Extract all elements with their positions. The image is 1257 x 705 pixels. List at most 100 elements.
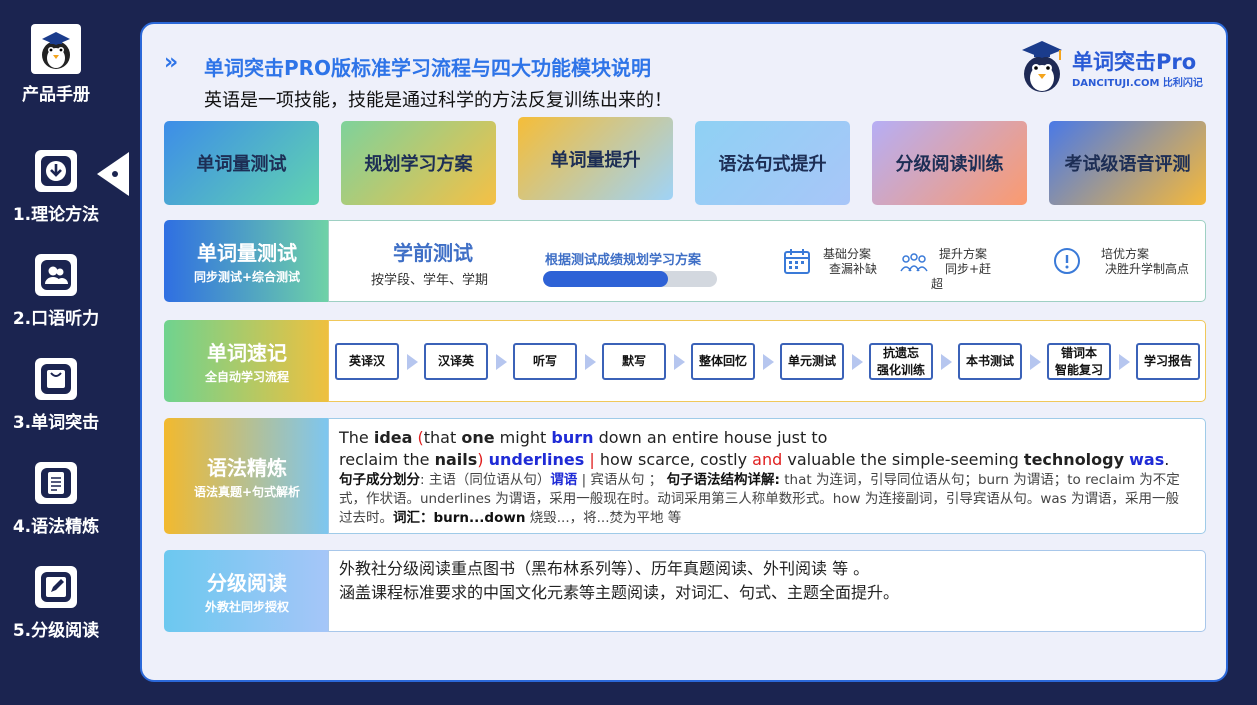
step-label: 英译汉 xyxy=(348,354,385,368)
card-label: 分级阅读训练 xyxy=(895,154,1004,175)
sentence-word: burn xyxy=(551,428,594,447)
feature-line: 基础分案 xyxy=(823,247,872,261)
sentence-word: and xyxy=(752,450,783,469)
sidebar-item-label: 4.语法精炼 xyxy=(12,517,100,537)
pretest-title: 学前测试 xyxy=(393,241,473,265)
sentence-text: reclaim the xyxy=(339,450,435,469)
step-label: 强化训练 xyxy=(876,362,925,377)
alert-icon xyxy=(1054,248,1080,274)
card-grammar[interactable]: 语法句式提升 xyxy=(695,121,850,205)
step-label: 整体回忆 xyxy=(698,354,747,368)
card-label: 考试级语音评测 xyxy=(1064,154,1191,175)
row-header: 单词量测试 同步测试+综合测试 xyxy=(164,220,330,302)
pretest-subtitle: 按学段、学年、学期 xyxy=(371,273,489,288)
sentence-word: technology xyxy=(1023,450,1125,469)
row-content: 外教社分级阅读重点图书（黑布林系列等）、历年真题阅读、外刊阅读 等 。 涵盖课程… xyxy=(328,550,1206,632)
row-title: 语法精炼 xyxy=(207,456,287,480)
sentence-text: might xyxy=(494,428,552,447)
sidebar-item-label: 1.理论方法 xyxy=(12,205,100,225)
row-vocab-memo: 单词速记 全自动学习流程 英译汉 汉译英 听写 默写 整体回忆 单元测试 抗遗忘… xyxy=(164,320,1206,402)
arrow-right-icon xyxy=(407,354,418,370)
row-subtitle: 外教社同步授权 xyxy=(204,600,289,614)
grammar-analysis: 句子成分划分: 主语（同位语从句）谓语 | 宾语从句 ； 句子语法结构详解: t… xyxy=(339,471,1191,528)
brand-sub: DANCITUJI.COM 比利闪记 xyxy=(1072,78,1203,89)
arrow-right-icon xyxy=(496,354,507,370)
step-label: 学习报告 xyxy=(1143,354,1192,368)
feature-line: 同步+赶 xyxy=(945,262,992,276)
sidebar-item-theory[interactable]: 1.理论方法 xyxy=(0,150,112,225)
penguin-mascot-icon xyxy=(1022,41,1062,92)
card-speech-eval[interactable]: 考试级语音评测 xyxy=(1049,121,1206,205)
row-subtitle: 同步测试+综合测试 xyxy=(193,270,301,284)
feature-line: 超 xyxy=(931,277,944,291)
edit-icon xyxy=(35,566,77,608)
feature-basic: 基础分案 查漏补缺 xyxy=(784,247,877,277)
step-label: 听写 xyxy=(532,354,557,368)
reading-line: 涵盖课程标准要求的中国文化元素等主题阅读，对词汇、句式、主题全面提升。 xyxy=(339,583,900,602)
sentence-text: . xyxy=(1164,450,1170,469)
step-unit-test[interactable]: 单元测试 xyxy=(780,343,844,380)
sidebar-item-label: 2.口语听力 xyxy=(12,309,100,329)
main-panel: » 单词突击PRO版标准学习流程与四大功能模块说明 英语是一项技能，技能是通过科… xyxy=(140,22,1228,682)
step-label: 本书测试 xyxy=(965,354,1014,368)
step-cn-to-en[interactable]: 汉译英 xyxy=(424,343,488,380)
sidebar-item-speaking[interactable]: 2.口语听力 xyxy=(0,254,112,329)
sentence-text: | xyxy=(584,450,600,469)
step-book-test[interactable]: 本书测试 xyxy=(958,343,1022,380)
sidebar-item-words[interactable]: 3.单词突击 xyxy=(0,358,112,433)
analysis-key: 句子语法结构详解: xyxy=(666,472,780,488)
step-label: 单元测试 xyxy=(787,354,836,368)
step-wrong-words[interactable]: 错词本 智能复习 xyxy=(1047,343,1111,380)
step-en-to-cn[interactable]: 英译汉 xyxy=(335,343,399,380)
card-label: 规划学习方案 xyxy=(364,154,473,175)
calendar-icon xyxy=(784,249,810,274)
sentence-text: ) xyxy=(477,450,489,469)
page-title: 单词突击PRO版标准学习流程与四大功能模块说明 xyxy=(204,56,652,80)
step-recall[interactable]: 整体回忆 xyxy=(691,343,755,380)
sidebar-item-label: 3.单词突击 xyxy=(12,413,100,433)
row-content: 英译汉 汉译英 听写 默写 整体回忆 单元测试 抗遗忘强化训练 本书测试 错词本… xyxy=(328,320,1206,402)
plan-title: 根据测试成绩规划学习方案 xyxy=(545,253,702,268)
card-reading[interactable]: 分级阅读训练 xyxy=(872,121,1027,205)
step-report[interactable]: 学习报告 xyxy=(1136,343,1200,380)
step-write[interactable]: 默写 xyxy=(602,343,666,380)
sidebar-item-reading[interactable]: 5.分级阅读 xyxy=(0,566,112,641)
document-icon xyxy=(35,462,77,504)
sentence-text: The xyxy=(339,428,374,447)
sentence-word: nails xyxy=(434,450,478,469)
sidebar: 产品手册 1.理论方法 2.口语听力 3.单词突击 4.语法精炼 5.分级阅读 xyxy=(0,0,129,705)
step-label: 智能复习 xyxy=(1054,362,1103,377)
sidebar-item-label: 5.分级阅读 xyxy=(12,621,100,641)
sidebar-item-grammar[interactable]: 4.语法精炼 xyxy=(0,462,112,537)
step-anti-forget[interactable]: 抗遗忘 强化训练 xyxy=(869,343,933,380)
analysis-key: 词汇：burn...down xyxy=(393,510,526,526)
sentence-text: how scarce, costly xyxy=(599,450,753,469)
row-subtitle: 全自动学习流程 xyxy=(204,370,289,384)
sidebar-item-manual[interactable]: 产品手册 xyxy=(0,24,112,105)
step-dictation[interactable]: 听写 xyxy=(513,343,577,380)
sentence-word: was xyxy=(1129,450,1165,469)
user-icon xyxy=(35,254,77,296)
analysis-text: 烧毁...，将...焚为平地 等 xyxy=(525,510,682,526)
row-title: 单词量测试 xyxy=(197,241,297,265)
team-icon xyxy=(900,253,928,272)
card-plan[interactable]: 规划学习方案 xyxy=(341,121,496,205)
reading-line: 外教社分级阅读重点图书（黑布林系列等）、历年真题阅读、外刊阅读 等 。 xyxy=(339,559,870,578)
row-header: 语法精炼 语法真题+句式解析 xyxy=(164,418,330,534)
card-vocab-up[interactable]: 单词量提升 xyxy=(518,117,673,200)
arrow-right-icon xyxy=(852,354,863,370)
row-title: 分级阅读 xyxy=(207,571,287,595)
progress-bar xyxy=(543,271,717,287)
card-label: 单词量测试 xyxy=(196,154,287,175)
arrow-right-icon xyxy=(941,354,952,370)
card-vocab-test[interactable]: 单词量测试 xyxy=(164,121,319,205)
row-reading: 分级阅读 外教社同步授权 外教社分级阅读重点图书（黑布林系列等）、历年真题阅读、… xyxy=(164,550,1206,632)
reading-description: 外教社分级阅读重点图书（黑布林系列等）、历年真题阅读、外刊阅读 等 。 涵盖课程… xyxy=(339,557,899,605)
arrow-right-icon xyxy=(763,354,774,370)
step-label: 抗遗忘 xyxy=(882,345,919,360)
double-chevron-icon: » xyxy=(164,50,178,75)
bag-icon xyxy=(35,358,77,400)
analysis-key: 谓语 xyxy=(550,472,578,488)
penguin-logo-icon xyxy=(31,24,81,74)
example-sentence: The idea (that one might burn down an en… xyxy=(339,427,1195,471)
